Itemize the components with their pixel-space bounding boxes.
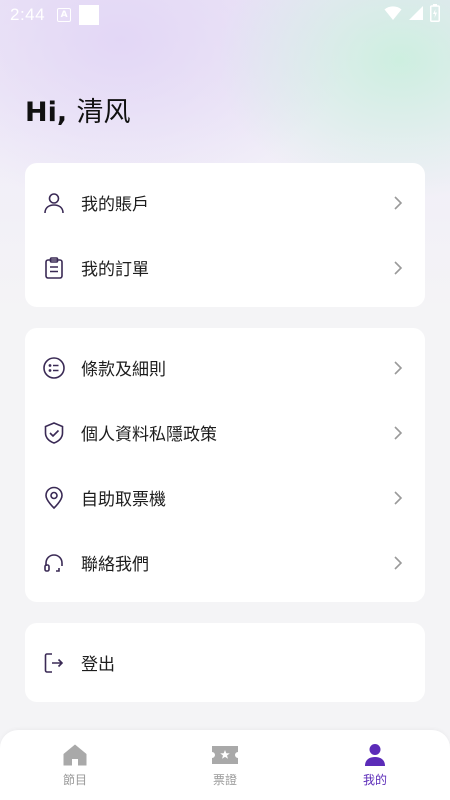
menu-item-contact-us[interactable]: 聯絡我們 [25,530,425,595]
logout-card: 登出 [25,623,425,702]
chevron-right-icon [393,490,409,506]
tab-programs[interactable]: 節目 [0,730,150,800]
greeting-prefix: Hi, [25,97,68,128]
status-bar: 2:44 A [0,0,450,30]
menu-item-label: 聯絡我們 [81,555,149,575]
status-time: 2:44 [10,5,46,24]
menu-item-label: 條款及細則 [81,360,166,380]
chevron-right-icon [393,425,409,441]
menu-item-terms[interactable]: 條款及細則 [25,335,425,400]
chevron-right-icon [393,195,409,211]
ticket-icon [211,742,239,768]
account-card: 我的賬戶 我的訂單 [25,163,425,307]
wifi-icon [384,5,402,25]
shield-check-icon [41,420,67,446]
location-pin-icon [41,485,67,511]
chevron-right-icon [393,555,409,571]
tab-label: 票證 [212,773,237,787]
bottom-tab-bar: 節目 票證 我的 [0,730,450,800]
menu-item-label: 個人資料私隱政策 [81,425,217,445]
menu-item-my-orders[interactable]: 我的訂單 [25,235,425,300]
user-icon [41,190,67,216]
menu-item-label: 我的訂單 [81,260,149,280]
profile-icon [361,742,389,768]
greeting-title: Hi, 清风 [25,90,131,129]
headset-icon [41,550,67,576]
menu-item-label: 自助取票機 [81,490,166,510]
menu-item-kiosk[interactable]: 自助取票機 [25,465,425,530]
logout-button[interactable]: 登出 [25,630,425,695]
home-icon [61,742,89,768]
clipboard-icon [41,255,67,281]
tab-tickets[interactable]: 票證 [150,730,300,800]
tab-mine[interactable]: 我的 [300,730,450,800]
chevron-right-icon [393,260,409,276]
list-icon [41,355,67,381]
battery-icon [430,4,440,26]
tab-label: 節目 [62,773,87,787]
greeting-user-name: 清风 [76,97,131,128]
menu-item-my-account[interactable]: 我的賬戶 [25,170,425,235]
tab-label: 我的 [362,773,387,787]
notification-square-icon [79,5,100,25]
logout-icon [41,650,67,676]
notification-a-icon: A [57,8,72,22]
logout-label: 登出 [81,655,115,675]
menu-item-privacy-policy[interactable]: 個人資料私隱政策 [25,400,425,465]
signal-icon [408,5,424,25]
info-card: 條款及細則 個人資料私隱政策 自助取票機 聯絡我們 [25,328,425,602]
menu-item-label: 我的賬戶 [81,195,149,215]
chevron-right-icon [393,360,409,376]
